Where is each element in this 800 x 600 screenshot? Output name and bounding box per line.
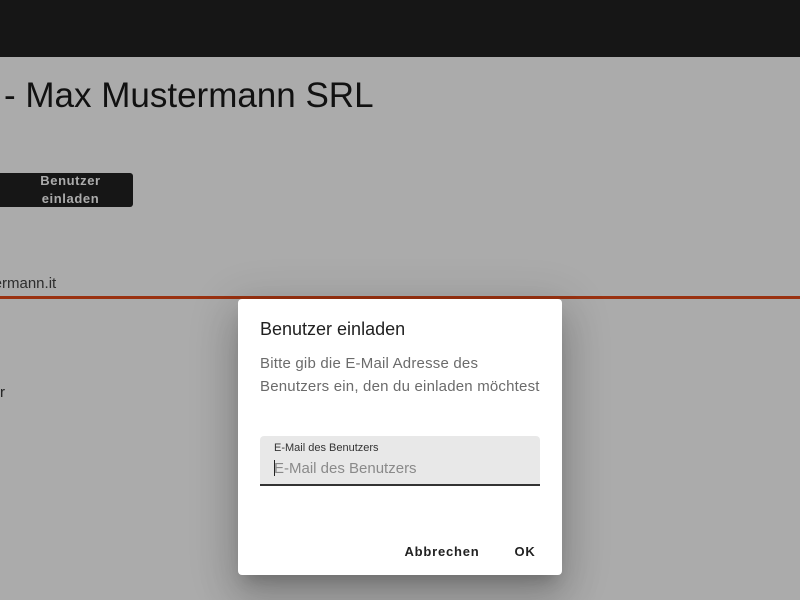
dialog-description: Bitte gib die E-Mail Adresse des Benutze…: [260, 355, 540, 395]
email-input[interactable]: [274, 458, 524, 478]
ok-button[interactable]: OK: [508, 537, 542, 565]
app-page: - Max Mustermann SRL Benutzer einladen s…: [0, 0, 800, 600]
dialog-title: Benutzer einladen: [260, 319, 406, 339]
email-field-label: E-Mail des Benutzers: [274, 442, 379, 454]
text-caret: [274, 460, 275, 476]
invite-user-dialog: Benutzer einladen Bitte gib die E-Mail A…: [238, 299, 562, 575]
email-field[interactable]: E-Mail des Benutzers: [260, 436, 540, 486]
cancel-button[interactable]: Abbrechen: [400, 537, 484, 565]
